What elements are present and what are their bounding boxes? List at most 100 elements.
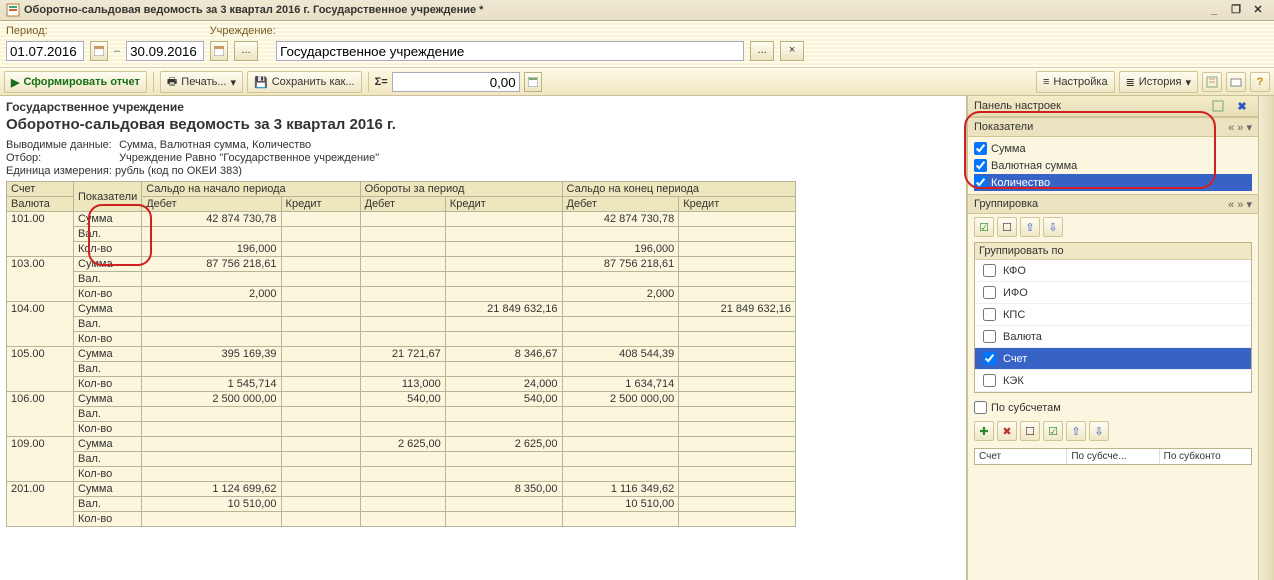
- toggle2-icon[interactable]: ☑: [1043, 421, 1063, 441]
- subacc-checkbox[interactable]: [974, 401, 987, 414]
- value-cell: [445, 287, 562, 302]
- move-up-icon[interactable]: ⇧: [1020, 217, 1040, 237]
- value-cell: [562, 467, 679, 482]
- date-to-input[interactable]: [126, 41, 204, 61]
- group-checkbox[interactable]: [983, 264, 996, 277]
- restore-button[interactable]: ❐: [1226, 0, 1246, 20]
- value-cell: [142, 407, 281, 422]
- uncheck-all-icon[interactable]: ☐: [997, 217, 1017, 237]
- save-as-button[interactable]: 💾Сохранить как...: [247, 71, 362, 93]
- institution-select-button[interactable]: ...: [750, 41, 774, 61]
- group-checkbox[interactable]: [983, 374, 996, 387]
- value-cell: [360, 482, 445, 497]
- indicator-item[interactable]: Количество: [974, 174, 1252, 191]
- value-cell: [360, 272, 445, 287]
- indicators-section-header[interactable]: Показатели « » ▾: [968, 117, 1258, 137]
- value-cell: [360, 407, 445, 422]
- indicator-cell: Вал.: [74, 497, 142, 512]
- group-checkbox[interactable]: [983, 308, 996, 321]
- group-item[interactable]: Валюта: [975, 326, 1251, 348]
- value-cell: 87 756 218,61: [562, 257, 679, 272]
- settings-button[interactable]: ≡Настройка: [1036, 71, 1115, 93]
- account-cell: 201.00: [7, 482, 74, 527]
- indicator-checkbox[interactable]: [974, 142, 987, 155]
- indicator-cell: Сумма: [74, 392, 142, 407]
- value-cell: [142, 512, 281, 527]
- group-item[interactable]: КФО: [975, 260, 1251, 282]
- history-button[interactable]: ≣История▾: [1119, 71, 1198, 93]
- value-cell: [445, 227, 562, 242]
- group-item[interactable]: ИФО: [975, 282, 1251, 304]
- value-cell: [360, 227, 445, 242]
- chevron-icon: « » ▾: [1228, 198, 1252, 211]
- group-item[interactable]: КПС: [975, 304, 1251, 326]
- group-label: Счет: [1003, 353, 1027, 365]
- value-cell: [679, 317, 796, 332]
- group-label: КПС: [1003, 309, 1025, 321]
- close-button[interactable]: ✕: [1248, 0, 1268, 20]
- up-icon[interactable]: ⇧: [1066, 421, 1086, 441]
- institution-clear-button[interactable]: ×: [780, 41, 804, 61]
- group-item[interactable]: КЭК: [975, 370, 1251, 392]
- col-turn: Обороты за период: [360, 182, 562, 197]
- group-checkbox[interactable]: [983, 330, 996, 343]
- value-cell: [445, 212, 562, 227]
- form-report-button[interactable]: ▶Сформировать отчет: [4, 71, 147, 93]
- value-cell: [281, 227, 360, 242]
- institution-input[interactable]: [276, 41, 744, 61]
- indicator-cell: Кол-во: [74, 467, 142, 482]
- calendar-from-button[interactable]: [90, 41, 108, 61]
- indicator-item[interactable]: Сумма: [974, 140, 1252, 157]
- indicator-cell: Сумма: [74, 212, 142, 227]
- value-cell: [445, 362, 562, 377]
- chevron-down-icon: ▾: [1185, 76, 1191, 89]
- group-checkbox[interactable]: [983, 352, 996, 365]
- value-cell: [281, 347, 360, 362]
- group-checkbox[interactable]: [983, 286, 996, 299]
- col-currency: Валюта: [7, 197, 74, 212]
- delete-icon[interactable]: ✖: [997, 421, 1017, 441]
- indicator-cell: Вал.: [74, 317, 142, 332]
- add-icon[interactable]: ✚: [974, 421, 994, 441]
- indicator-checkbox[interactable]: [974, 176, 987, 189]
- printer-icon: 🖶: [167, 73, 177, 92]
- value-cell: 24,000: [445, 377, 562, 392]
- play-icon: ▶: [11, 76, 19, 89]
- down-icon[interactable]: ⇩: [1089, 421, 1109, 441]
- indicator-cell: Сумма: [74, 437, 142, 452]
- value-cell: [281, 272, 360, 287]
- scrollbar[interactable]: [1258, 96, 1274, 580]
- value-cell: [679, 212, 796, 227]
- value-cell: [360, 302, 445, 317]
- value-cell: [562, 317, 679, 332]
- value-cell: 10 510,00: [142, 497, 281, 512]
- col-sd: Дебет: [142, 197, 281, 212]
- output-data-value: Сумма, Валютная сумма, Количество: [119, 139, 311, 151]
- help-button[interactable]: ?: [1250, 72, 1270, 92]
- toolbar: ▶Сформировать отчет 🖶Печать...▾ 💾Сохрани…: [0, 68, 1274, 96]
- calendar-to-button[interactable]: [210, 41, 228, 61]
- date-from-input[interactable]: [6, 41, 84, 61]
- value-cell: [562, 437, 679, 452]
- value-cell: [562, 452, 679, 467]
- panel-close-icon[interactable]: ✖: [1232, 96, 1252, 116]
- grouping-section-header[interactable]: Группировка « » ▾: [968, 194, 1258, 214]
- check-all-icon[interactable]: ☑: [974, 217, 994, 237]
- move-down-icon[interactable]: ⇩: [1043, 217, 1063, 237]
- period-select-button[interactable]: ...: [234, 41, 258, 61]
- panel-tool-icon[interactable]: [1208, 96, 1228, 116]
- indicator-item[interactable]: Валютная сумма: [974, 157, 1252, 174]
- print-button[interactable]: 🖶Печать...▾: [160, 71, 243, 93]
- sum-input[interactable]: [392, 72, 520, 92]
- minimize-button[interactable]: _: [1204, 0, 1224, 20]
- group-item[interactable]: Счет: [975, 348, 1251, 370]
- value-cell: 196,000: [562, 242, 679, 257]
- indicator-checkbox[interactable]: [974, 159, 987, 172]
- sum-calc-button[interactable]: [524, 72, 542, 92]
- value-cell: [281, 242, 360, 257]
- value-cell: [445, 272, 562, 287]
- tool-icon-1[interactable]: [1202, 72, 1222, 92]
- tool-icon-2[interactable]: [1226, 72, 1246, 92]
- value-cell: [679, 272, 796, 287]
- toggle-icon[interactable]: ☐: [1020, 421, 1040, 441]
